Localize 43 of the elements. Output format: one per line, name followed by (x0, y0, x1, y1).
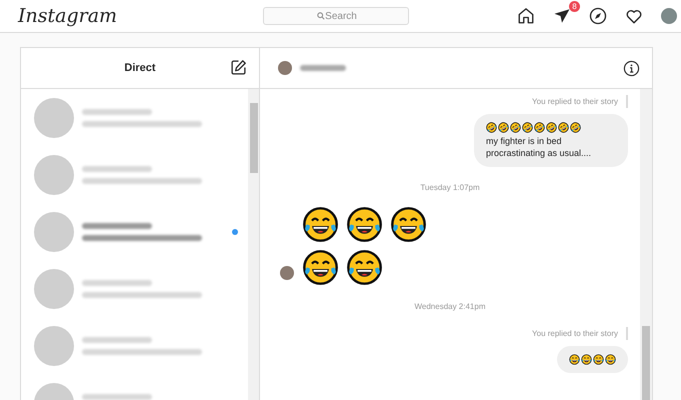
blurred-name (82, 166, 152, 172)
blurred-name (82, 336, 152, 342)
avatar-placeholder (34, 268, 74, 308)
compass-icon[interactable] (589, 7, 607, 25)
app-logo[interactable]: Instagram (18, 5, 263, 27)
paper-plane-icon[interactable] (553, 7, 571, 25)
timestamp: Wednesday 2:41pm (414, 302, 486, 311)
message-text: my fighter is in bed procrastinating as usual.... (486, 135, 592, 159)
rolling-laughing-emoji-icon (486, 122, 497, 133)
avatar-placeholder (278, 61, 292, 75)
notification-badge: 8 (569, 1, 580, 12)
profile-avatar[interactable] (661, 8, 677, 24)
avatar-placeholder (34, 98, 74, 138)
avatar-placeholder (34, 326, 74, 366)
compose-icon[interactable] (230, 59, 247, 76)
avatar-placeholder (34, 154, 74, 194)
story-reply-note: You replied to their story (532, 327, 628, 340)
tears-of-joy-emoji-icon (346, 206, 383, 243)
inbox-title: Direct (124, 62, 156, 74)
blurred-name (300, 65, 346, 71)
avatar-placeholder (34, 212, 74, 252)
scrollbar-thumb[interactable] (250, 103, 258, 173)
timestamp: Tuesday 1:07pm (420, 183, 480, 192)
tears-of-joy-emoji-icon (605, 354, 616, 365)
tears-of-joy-emoji-icon (581, 354, 592, 365)
blurred-name (82, 280, 152, 286)
home-icon[interactable] (517, 7, 535, 25)
story-reply-note: You replied to their story (532, 95, 628, 108)
tears-of-joy-emoji-icon (346, 249, 383, 286)
sender-avatar (280, 266, 294, 280)
tears-of-joy-emoji-icon (390, 206, 427, 243)
search-icon (317, 12, 325, 20)
blurred-name (82, 108, 152, 114)
scrollbar-thumb[interactable] (642, 326, 650, 400)
info-icon[interactable] (623, 60, 640, 76)
tears-of-joy-emoji-icon (593, 354, 604, 365)
tears-of-joy-emoji-icon (302, 206, 339, 243)
search-field[interactable]: Search (263, 7, 409, 25)
unread-dot (232, 228, 238, 234)
blurred-name (82, 222, 152, 228)
tears-of-joy-emoji-icon (302, 249, 339, 286)
tears-of-joy-emoji-icon (569, 354, 580, 365)
heart-icon[interactable] (625, 7, 643, 25)
